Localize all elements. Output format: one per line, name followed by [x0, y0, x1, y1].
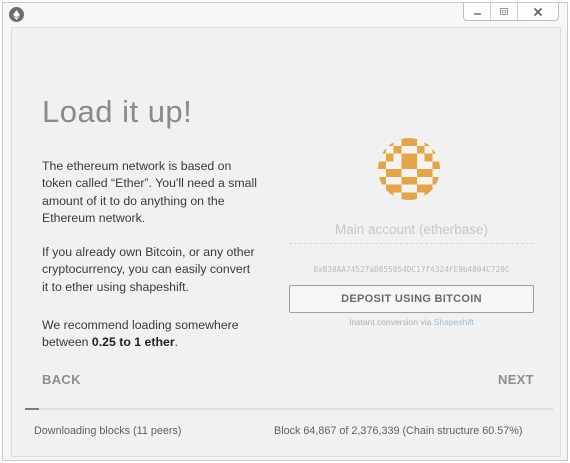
- account-address: 0xB38AA74527aD855054DC17f4324FE9b4004C72…: [313, 265, 510, 274]
- downloading-status: Downloading blocks (11 peers): [34, 425, 182, 437]
- title-bar[interactable]: [3, 3, 567, 27]
- account-name-field[interactable]: Main account (etherbase): [289, 222, 534, 237]
- recommendation-text: We recommend loading somewhere between 0…: [42, 317, 257, 352]
- ether-explanation-text: The ethereum network is based on token c…: [42, 159, 257, 226]
- page-title: Load it up!: [42, 94, 193, 129]
- recommended-amount: 0.25 to 1 ether: [91, 335, 175, 350]
- ethereum-icon: [9, 7, 24, 22]
- window-controls: [463, 3, 559, 21]
- sync-progress-fill: [25, 408, 40, 410]
- back-button[interactable]: BACK: [42, 372, 81, 387]
- minimize-icon[interactable]: [464, 3, 491, 20]
- recommendation-suffix: .: [174, 335, 179, 350]
- account-name-underline: [289, 243, 534, 244]
- conversion-prefix: Instant conversion via: [349, 317, 434, 327]
- next-button[interactable]: NEXT: [498, 372, 534, 387]
- shapeshift-link[interactable]: Shapeshift: [434, 317, 474, 327]
- block-status: Block 64,867 of 2,376,339 (Chain structu…: [274, 425, 523, 437]
- shapeshift-explanation-text: If you already own Bitcoin, or any other…: [42, 245, 255, 294]
- app-window: Load it up! The ethereum network is base…: [2, 2, 568, 461]
- account-identicon: [378, 138, 440, 200]
- close-icon[interactable]: [518, 3, 558, 20]
- maximize-icon[interactable]: [491, 3, 518, 20]
- deposit-using-bitcoin-button[interactable]: DEPOSIT USING BITCOIN: [289, 285, 534, 313]
- conversion-note: Instant conversion via Shapeshift: [289, 317, 534, 327]
- sync-progress-bar: [25, 408, 553, 410]
- onboarding-panel: Load it up! The ethereum network is base…: [11, 27, 561, 457]
